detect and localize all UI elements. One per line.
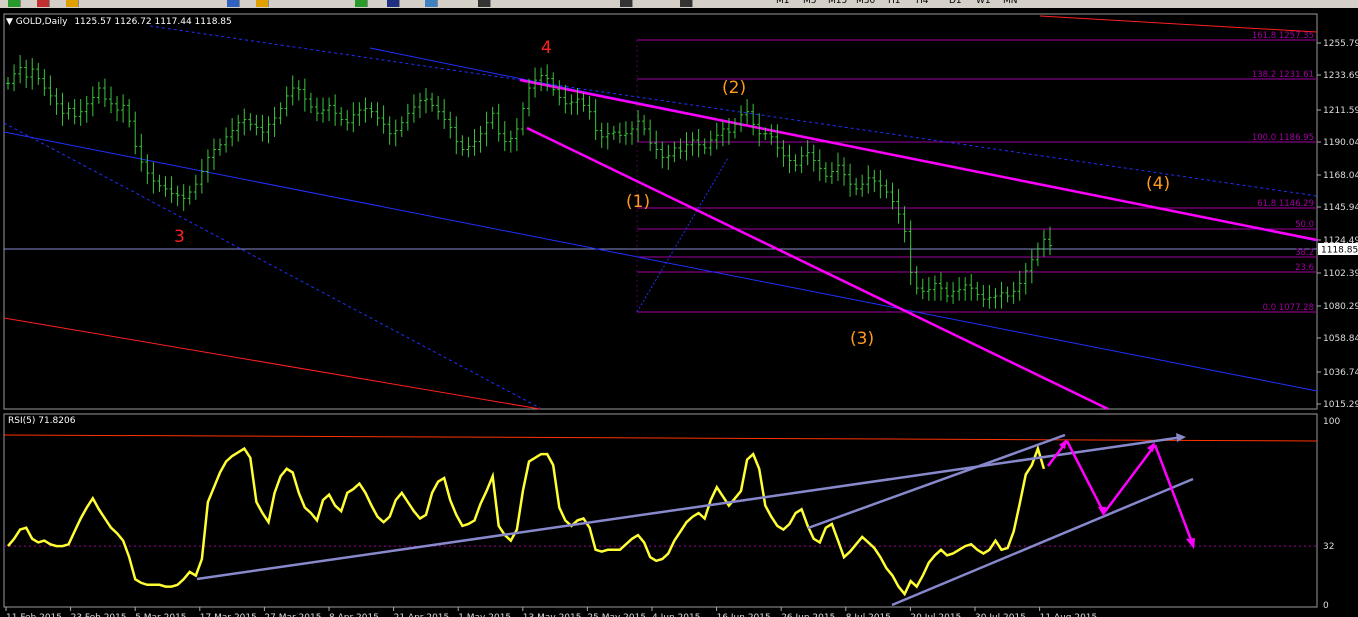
- wave-label-2: (2): [722, 78, 747, 98]
- wave-label-1: (1): [626, 192, 651, 212]
- x-axis-label: 27 Mar 2015: [264, 613, 321, 617]
- fib-level-label: 61.8 1146.29: [1257, 199, 1314, 209]
- toolbar-icon[interactable]: [620, 0, 633, 7]
- channel-lower-line: [3, 131, 1318, 392]
- price-tick-label: 1036.74: [1323, 368, 1358, 378]
- price-tick-label: 1211.59: [1323, 106, 1358, 116]
- x-axis-label: 23 Feb 2015: [71, 613, 127, 617]
- x-axis-label: 8 Jul 2015: [846, 613, 891, 617]
- chart-window[interactable]: 1255.79 1233.69 1211.59 1190.04 1168.04 1145.…: [0, 8, 1358, 617]
- timeframe-m30[interactable]: M30: [856, 0, 875, 6]
- toolbar-icon[interactable]: [355, 0, 368, 7]
- timeframe-mn[interactable]: MN: [1003, 0, 1018, 6]
- price-tick-label: 1058.84: [1323, 334, 1358, 344]
- x-axis-label: 30 Jul 2015: [975, 613, 1026, 617]
- x-axis-label: 4 Jun 2015: [652, 613, 700, 617]
- x-axis-label: 13 May 2015: [523, 613, 582, 617]
- price-tick-label: 1168.04: [1323, 171, 1358, 181]
- x-axis-label: 16 Jun 2015: [717, 613, 771, 617]
- rsi-tick-label: 0: [1323, 601, 1329, 611]
- fib-level-label: 50.0: [1295, 220, 1314, 230]
- wave-label-4: 4: [541, 38, 552, 58]
- magenta-support-line: [526, 126, 1109, 411]
- rsi-projection-arrowhead: [1186, 538, 1195, 549]
- chart-canvas: 1255.79 1233.69 1211.59 1190.04 1168.04 1145.…: [3, 13, 1358, 617]
- fib-level-label: 0.0 1077.28: [1263, 303, 1314, 313]
- symbol-header: ▼ GOLD,Daily 1125.57 1126.72 1117.44 111…: [6, 17, 232, 27]
- toolbar: M1 M5 M15 M30 H1 H4 D1 W1 MN: [0, 0, 1358, 8]
- timeframe-h1[interactable]: H1: [888, 0, 901, 6]
- x-axis-label: 1 May 2015: [458, 613, 511, 617]
- timeframe-m15[interactable]: M15: [828, 0, 847, 6]
- price-tick-label: 1145.94: [1323, 203, 1358, 213]
- wave-label-3-intermediate: (3): [850, 329, 875, 349]
- red-trend-line-top: [1039, 15, 1318, 33]
- rsi-projection-arrowhead: [1147, 442, 1155, 452]
- channel-dashed-line: [3, 122, 541, 409]
- timeframe-m1[interactable]: M1: [776, 0, 790, 6]
- rsi-trend-line-support: [891, 477, 1194, 607]
- toolbar-icon[interactable]: [256, 0, 269, 7]
- rsi-tick-label: 100: [1323, 417, 1340, 427]
- x-axis-label: 25 May 2015: [587, 613, 646, 617]
- rsi-tick-label: 32: [1323, 542, 1334, 552]
- x-axis-label: 8 Apr 2015: [329, 613, 379, 617]
- timeframe-h4[interactable]: H4: [916, 0, 929, 6]
- rsi-projection-arrow: [1153, 444, 1195, 546]
- current-price-label: 1118.85: [1321, 246, 1358, 256]
- timeframe-w1[interactable]: W1: [976, 0, 991, 6]
- collapse-triangle-icon[interactable]: ▼: [6, 17, 13, 27]
- price-tick-label: 1255.79: [1323, 39, 1358, 49]
- price-tick-label: 1080.29: [1323, 302, 1358, 312]
- ohlc-values: 1125.57 1126.72 1117.44 1118.85: [74, 17, 232, 27]
- price-tick-label: 1015.29: [1323, 400, 1358, 410]
- rsi-trend-line-upper: [807, 433, 1066, 530]
- price-tick-label: 1233.69: [1323, 71, 1358, 81]
- toolbar-icon[interactable]: [387, 0, 400, 7]
- x-axis-label: 21 Apr 2015: [394, 613, 450, 617]
- symbol-label: GOLD,Daily: [15, 17, 68, 27]
- wave-label-4-intermediate: (4): [1146, 174, 1171, 194]
- toolbar-icon[interactable]: [8, 0, 21, 7]
- magenta-resistance-line: [519, 78, 1318, 242]
- toolbar-icon[interactable]: [425, 0, 438, 7]
- channel-upper-dashed-line: [149, 25, 1318, 197]
- fib-level-label: 100.0 1186.95: [1252, 133, 1314, 143]
- x-axis-label: 17 Mar 2015: [200, 613, 257, 617]
- rsi-line: [7, 444, 1046, 597]
- x-axis-label: 11 Feb 2015: [6, 613, 62, 617]
- toolbar-icon[interactable]: [478, 0, 491, 7]
- wave-label-3: 3: [174, 227, 185, 247]
- price-tick-label: 1102.39: [1323, 269, 1358, 279]
- rsi-level-70-line: [3, 434, 1318, 442]
- toolbar-icon[interactable]: [37, 0, 50, 7]
- x-axis-label: 26 Jun 2015: [781, 613, 835, 617]
- timeframe-m5[interactable]: M5: [803, 0, 817, 6]
- toolbar-icon[interactable]: [227, 0, 240, 7]
- red-trend-line: [3, 317, 541, 410]
- rsi-projection-arrow: [1103, 444, 1156, 514]
- fib-level-label: 161.8 1257.35: [1252, 31, 1314, 41]
- rsi-projection-arrowhead: [1059, 439, 1067, 449]
- rsi-label: RSI(5) 71.8206: [8, 416, 76, 426]
- timeframe-d1[interactable]: D1: [949, 0, 962, 6]
- fib-level-label: 138.2 1231.61: [1252, 70, 1314, 80]
- rsi-trend-line-lower: [196, 435, 1184, 581]
- x-axis-label: 11 Aug 2015: [1040, 613, 1098, 617]
- toolbar-icon[interactable]: [680, 0, 693, 7]
- toolbar-icon[interactable]: [66, 0, 79, 7]
- fib-level-label: 38.2: [1295, 248, 1314, 258]
- fib-trend-line: [636, 157, 729, 313]
- x-axis-label: 5 Mar 2015: [135, 613, 186, 617]
- x-axis-label: 20 Jul 2015: [910, 613, 961, 617]
- price-tick-label: 1190.04: [1323, 138, 1358, 148]
- price-panel-frame: [3, 13, 1318, 410]
- fib-level-label: 23.6: [1295, 263, 1314, 273]
